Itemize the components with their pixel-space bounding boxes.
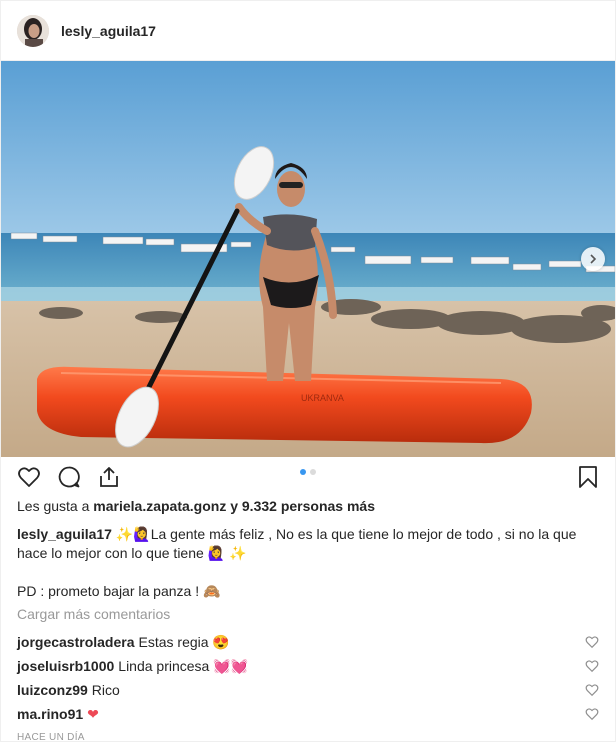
comment-like-button[interactable] — [585, 635, 599, 649]
post-username[interactable]: lesly_aguila17 — [61, 23, 156, 39]
save-button[interactable] — [577, 465, 599, 492]
comment-item: jorgecastroladera Estas regia 😍 — [17, 630, 599, 654]
post-caption: lesly_aguila17 ✨🙋‍♀️La gente más feliz ,… — [17, 525, 599, 563]
carousel-next-button[interactable] — [581, 247, 605, 271]
comment-text: Linda princesa 💓💓 — [118, 657, 249, 674]
comment-text: ❤ — [87, 705, 99, 722]
instagram-post: lesly_aguila17 UKRANVA Les gusta a marie… — [0, 0, 616, 742]
comment-username[interactable]: jorgecastroladera — [17, 634, 135, 650]
carousel-dot — [310, 469, 316, 475]
likes-summary: Les gusta a mariela.zapata.gonz y 9.332 … — [17, 497, 599, 515]
heart-outline-icon — [585, 636, 599, 649]
comment-item: ma.rino91 ❤ — [17, 702, 599, 726]
heart-outline-icon — [18, 467, 40, 487]
heart-outline-icon — [585, 708, 599, 721]
comment-username[interactable]: joseluisrb1000 — [17, 658, 114, 674]
bookmark-icon — [579, 466, 597, 488]
chevron-right-icon — [588, 254, 598, 264]
share-icon — [100, 467, 118, 487]
post-timestamp[interactable]: HACE UN DÍA — [17, 732, 599, 742]
load-more-comments-link[interactable]: Cargar más comentarios — [17, 605, 599, 624]
likes-suffix[interactable]: y 9.332 personas más — [230, 498, 375, 514]
comment-button[interactable] — [57, 465, 81, 489]
comment-like-button[interactable] — [585, 659, 599, 673]
speech-bubble-icon — [58, 466, 80, 488]
comment-like-button[interactable] — [585, 707, 599, 721]
comment-username[interactable]: ma.rino91 — [17, 706, 83, 722]
likes-user-link[interactable]: mariela.zapata.gonz — [93, 498, 226, 514]
carousel-indicator — [300, 469, 316, 475]
comment-text: Rico — [91, 682, 120, 698]
comment-like-button[interactable] — [585, 683, 599, 697]
comment-item: joseluisrb1000 Linda princesa 💓💓 — [17, 654, 599, 678]
heart-outline-icon — [585, 684, 599, 697]
action-bar — [1, 457, 615, 497]
share-button[interactable] — [97, 465, 121, 489]
comment-text: Estas regia 😍 — [138, 633, 230, 650]
likes-prefix: Les gusta a — [17, 498, 90, 514]
comment-username[interactable]: luizconz99 — [17, 682, 88, 698]
post-content: Les gusta a mariela.zapata.gonz y 9.332 … — [1, 497, 615, 742]
comment-item: luizconz99 Rico — [17, 678, 599, 702]
comment-list: jorgecastroladera Estas regia 😍 joseluis… — [17, 630, 599, 726]
svg-text:UKRANVA: UKRANVA — [301, 393, 344, 403]
post-header: lesly_aguila17 — [1, 1, 615, 61]
caption-username[interactable]: lesly_aguila17 — [17, 526, 112, 542]
carousel-dot-active — [300, 469, 306, 475]
post-photo[interactable]: UKRANVA — [1, 61, 615, 457]
heart-outline-icon — [585, 660, 599, 673]
caption-ps: PD : prometo bajar la panza ! 🙈 — [17, 583, 221, 599]
avatar[interactable] — [17, 14, 49, 47]
like-button[interactable] — [17, 465, 41, 489]
